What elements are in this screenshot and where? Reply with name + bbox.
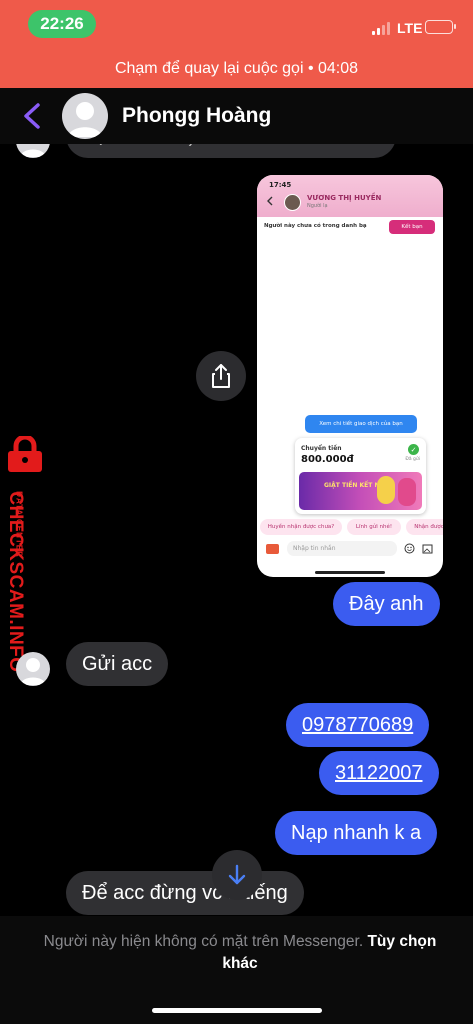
- shot-quick-reply-chip: Huyền nhận được chưa?: [260, 519, 342, 535]
- avatar-placeholder-icon: [20, 658, 46, 685]
- number-link[interactable]: 31122007: [335, 762, 423, 785]
- chat-header: Phongg Hoàng: [0, 88, 473, 144]
- mascot-decoration: [398, 478, 416, 506]
- shot-transfer-card: Chuyển tiền 800.000đ ✓ Đã gửi GIẬT TIỀN …: [295, 438, 426, 514]
- shot-quick-reply-chip: Nhận được: [406, 519, 443, 535]
- outgoing-message[interactable]: 31122007: [319, 751, 439, 795]
- shot-avatar: [284, 194, 301, 211]
- battery-icon: [425, 20, 456, 34]
- outgoing-message[interactable]: Nạp nhanh k a: [275, 811, 438, 855]
- return-to-call-banner[interactable]: Chạm để quay lại cuộc gọi • 04:08: [0, 60, 473, 78]
- message-text: Đây anh: [349, 592, 424, 615]
- unavailable-notice-bar: Người này hiện không có mặt trên Messeng…: [0, 916, 473, 1024]
- shot-time: 17:45: [269, 181, 292, 189]
- share-button[interactable]: [196, 351, 246, 401]
- contact-avatar[interactable]: [62, 93, 108, 139]
- check-icon: ✓: [408, 444, 419, 455]
- incoming-message[interactable]: Gửi acc: [66, 642, 169, 686]
- shot-home-indicator: [315, 571, 385, 574]
- shot-tooltip: Xem chi tiết giao dịch của bạn: [305, 415, 417, 433]
- back-arrow-icon: [267, 196, 273, 206]
- phone-number-link[interactable]: 0978770689: [302, 714, 413, 737]
- coin-decoration: [377, 476, 395, 504]
- contact-avatar-small: [16, 652, 50, 686]
- shot-quick-reply-chip: Lĩnh gửi nhé!: [347, 519, 401, 535]
- card-status: Đã gửi: [405, 457, 420, 462]
- network-type: LTE: [397, 20, 423, 36]
- incoming-message[interactable]: Để acc đừng vc 1 tiếng: [66, 871, 304, 915]
- shot-not-contact: Người này chưa có trong danh bạ: [264, 223, 367, 229]
- contact-name[interactable]: Phongg Hoàng: [122, 104, 271, 128]
- shared-image-message[interactable]: 17:45 VƯƠNG THỊ HUYỀN Người lạ Người này…: [257, 175, 443, 577]
- cellular-signal-icon: [372, 22, 390, 35]
- message-text: Gửi acc: [82, 652, 153, 675]
- message-text: Nạp nhanh k a: [291, 821, 422, 844]
- watermark-sub-text: DATA CENTER: [14, 491, 24, 558]
- share-icon: [212, 364, 230, 388]
- card-promo-banner: GIẬT TIỀN KẾT NĂM: [299, 472, 422, 510]
- emoji-icon: [404, 543, 415, 554]
- shot-message-input: Nhập tin nhắn: [287, 541, 397, 556]
- sticker-icon: [266, 544, 279, 554]
- status-time: 22:26: [28, 10, 96, 38]
- back-arrow-icon[interactable]: [20, 102, 46, 130]
- shot-contact-name: VƯƠNG THỊ HUYỀN: [307, 194, 382, 202]
- shot-add-friend: Kết bạn: [389, 220, 435, 234]
- card-amount: 800.000đ: [301, 454, 354, 465]
- lock-icon: [8, 436, 42, 472]
- shot-contact-sub: Người lạ: [307, 203, 328, 209]
- avatar-placeholder-icon: [68, 102, 102, 137]
- call-banner-area[interactable]: 22:26 LTE Chạm để quay lại cuộc gọi • 04…: [0, 0, 473, 88]
- outgoing-message[interactable]: Đây anh: [333, 582, 440, 626]
- shot-header: 17:45 VƯƠNG THỊ HUYỀN Người lạ: [257, 175, 443, 217]
- home-indicator: [152, 1008, 322, 1013]
- outgoing-message[interactable]: 0978770689: [286, 703, 430, 747]
- notice-text: Người này hiện không có mặt trên Messeng…: [43, 933, 364, 950]
- scroll-down-arrow-icon: [228, 864, 246, 885]
- unavailable-notice: Người này hiện không có mặt trên Messeng…: [30, 931, 450, 975]
- watermark: CHECKSCAM.INFO DATA CENTER: [0, 436, 52, 673]
- card-label: Chuyển tiền: [301, 445, 342, 452]
- scroll-to-bottom-button[interactable]: [212, 850, 262, 900]
- image-icon: [422, 544, 433, 554]
